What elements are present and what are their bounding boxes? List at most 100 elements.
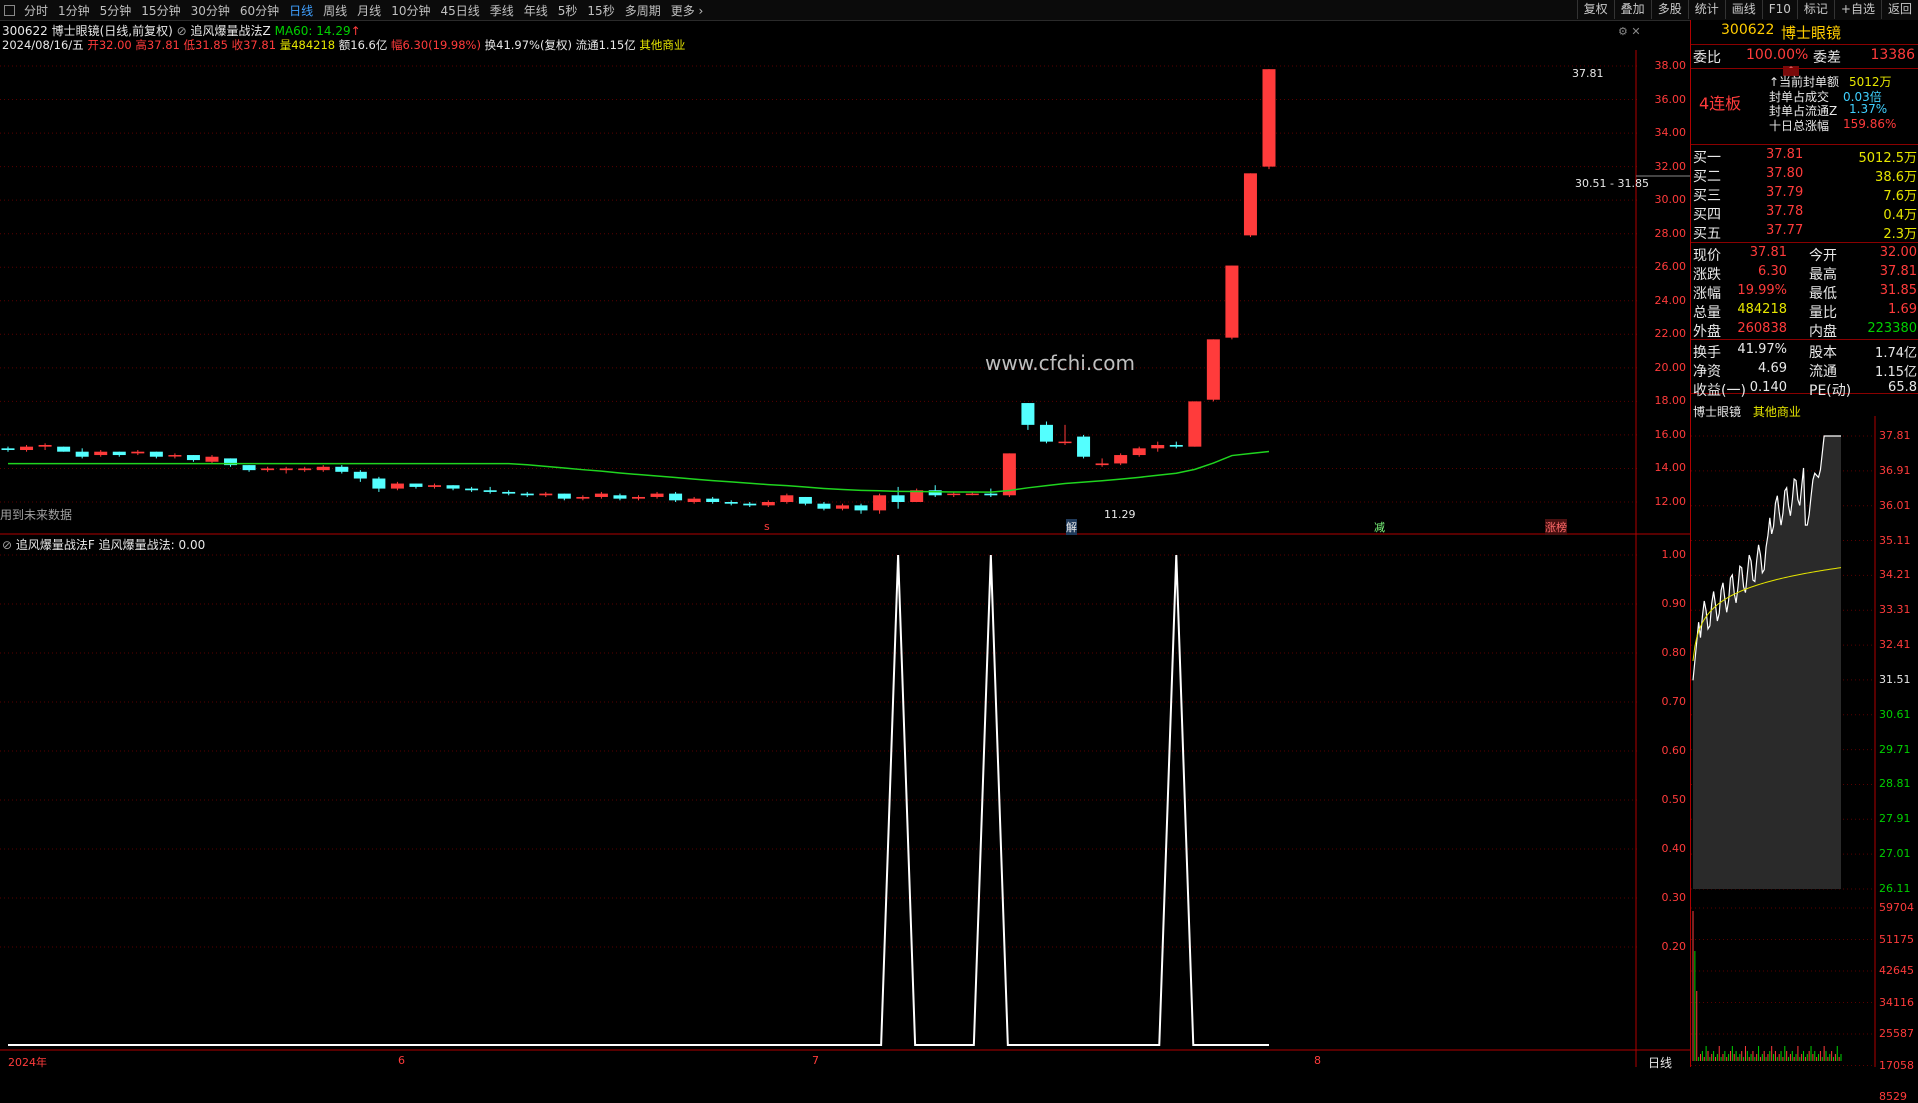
- price-tick: 12.00: [1654, 495, 1687, 508]
- quote-row: 外盘 260838 内盘 223380: [1691, 321, 1917, 340]
- candle-body: [557, 493, 571, 499]
- layout-icon[interactable]: [4, 4, 15, 16]
- sub-indicator-icon[interactable]: ⊘: [2, 538, 12, 552]
- quote-row: 涨幅 19.99% 最低 31.85: [1691, 283, 1917, 302]
- period-tab[interactable]: 60分钟: [235, 2, 284, 19]
- sub-indicator-label: 追风爆量战法:: [98, 538, 175, 552]
- period-tab[interactable]: 5分钟: [95, 2, 137, 19]
- candle-body: [1188, 401, 1202, 447]
- price-tick: 34.00: [1654, 126, 1687, 140]
- period-tab[interactable]: 10分钟: [386, 2, 435, 19]
- time-tick: 8: [1314, 1054, 1321, 1067]
- period-tab[interactable]: 分时: [19, 2, 53, 19]
- period-tab[interactable]: 年线: [519, 2, 553, 19]
- toolbar-button[interactable]: F10: [1761, 0, 1797, 19]
- candle-body: [353, 471, 367, 479]
- marker-jie[interactable]: 解: [1066, 519, 1077, 535]
- close-icon[interactable]: ✕: [1631, 25, 1640, 38]
- stock-code: 300622: [1721, 22, 1775, 38]
- settings-icon[interactable]: ⚙: [1618, 25, 1628, 38]
- indicator-name[interactable]: 追风爆量战法Z: [191, 24, 271, 38]
- future-data-note: 用到未来数据: [0, 508, 73, 522]
- quote-label: 涨跌: [1693, 267, 1721, 283]
- candle-body: [131, 451, 145, 454]
- watermark: www.cfchi.com: [985, 351, 1135, 375]
- quote-label: 最高: [1809, 267, 1837, 283]
- toolbar-button[interactable]: 返回: [1880, 0, 1918, 19]
- range-label: 30.51 - 31.85: [1575, 177, 1649, 190]
- stat-label: PE(动): [1809, 383, 1852, 399]
- mini-area: [1693, 436, 1841, 889]
- candle-body: [390, 483, 404, 489]
- toolbar-button[interactable]: 叠加: [1613, 0, 1651, 19]
- sub-indicator-value: 0.00: [178, 538, 206, 552]
- bid-row: 买三 37.79 7.6万: [1691, 185, 1917, 204]
- period-tab[interactable]: 季线: [485, 2, 519, 19]
- bid-row: 买四 37.78 0.4万: [1691, 204, 1917, 223]
- quote-label: 内盘: [1809, 324, 1837, 340]
- period-tab[interactable]: 1分钟: [53, 2, 95, 19]
- toolbar-button[interactable]: +自选: [1833, 0, 1881, 19]
- candle-body: [650, 493, 664, 497]
- candle-body: [1114, 455, 1128, 464]
- quote-value: 223380: [1867, 321, 1917, 336]
- time-tick: 6: [398, 1054, 405, 1067]
- candle-body: [965, 493, 979, 496]
- seal-value: 159.86%: [1843, 116, 1897, 131]
- marker-jian[interactable]: 减: [1374, 519, 1385, 535]
- kline-chart[interactable]: [0, 50, 1690, 1067]
- period-tab[interactable]: 周线: [318, 2, 352, 19]
- sub-indicator-name[interactable]: 追风爆量战法F: [16, 538, 95, 552]
- arrow-up-icon: ↑: [350, 24, 361, 38]
- candle-body: [112, 451, 126, 456]
- price-tick: 18.00: [1654, 394, 1687, 408]
- candle-body: [873, 495, 887, 511]
- period-tab[interactable]: 15分钟: [136, 2, 185, 19]
- mini-price-tick: 30.61: [1879, 707, 1911, 721]
- period-tab[interactable]: 多周期: [620, 2, 666, 19]
- bid-price: 37.78: [1766, 204, 1804, 219]
- toolbar-button[interactable]: 多股: [1650, 0, 1688, 19]
- candle-body: [724, 502, 738, 504]
- toolbar-button[interactable]: 画线: [1724, 0, 1762, 19]
- bid-volume: 7.6万: [1883, 189, 1917, 204]
- candle-body: [205, 456, 219, 462]
- period-tab[interactable]: 5秒: [553, 2, 583, 19]
- toolbar-button[interactable]: 统计: [1687, 0, 1725, 19]
- candle-body: [502, 491, 516, 494]
- candle-body: [1169, 444, 1183, 447]
- weibi-label: 委比: [1693, 50, 1721, 66]
- period-tab[interactable]: 15秒: [582, 2, 619, 19]
- period-tab[interactable]: 30分钟: [186, 2, 235, 19]
- candle-body: [372, 478, 386, 489]
- toolbar-button[interactable]: 复权: [1576, 0, 1614, 19]
- candle-body: [298, 468, 312, 471]
- bid-volume: 0.4万: [1883, 208, 1917, 223]
- stat-label: 收益(一): [1693, 383, 1746, 399]
- seal-row: 十日总涨幅 159.86%: [1691, 117, 1917, 136]
- period-tab[interactable]: 月线: [352, 2, 386, 19]
- period-tab[interactable]: 更多 ›: [666, 2, 709, 19]
- quote-value: 1.69: [1888, 302, 1917, 317]
- mini-price-tick: 27.01: [1879, 847, 1911, 861]
- candle-body: [594, 493, 608, 497]
- candle-body: [409, 483, 423, 487]
- period-badge[interactable]: 日线: [1648, 1054, 1672, 1071]
- candle-body: [817, 503, 831, 509]
- period-tab[interactable]: 45日线: [435, 2, 484, 19]
- price-tick: 32.00: [1654, 159, 1687, 173]
- marker-zb[interactable]: 涨榜: [1545, 519, 1567, 535]
- toolbar-button[interactable]: 标记: [1796, 0, 1834, 19]
- indicator-icon[interactable]: ⊘: [177, 24, 187, 38]
- candle-body: [1095, 463, 1109, 466]
- quote-value: 260838: [1737, 321, 1787, 336]
- price-tick: 26.00: [1654, 260, 1687, 274]
- period-tab[interactable]: 日线: [284, 2, 318, 19]
- bid-label: 买三: [1693, 188, 1721, 204]
- mini-price-tick: 32.41: [1879, 638, 1911, 652]
- candle-body: [539, 493, 553, 496]
- price-tick: 36.00: [1654, 92, 1687, 106]
- stat-value: 1.15亿: [1875, 365, 1917, 380]
- stock-header: 300622 博士眼镜: [1691, 22, 1917, 42]
- mini-volume-tick: 51175: [1879, 932, 1914, 946]
